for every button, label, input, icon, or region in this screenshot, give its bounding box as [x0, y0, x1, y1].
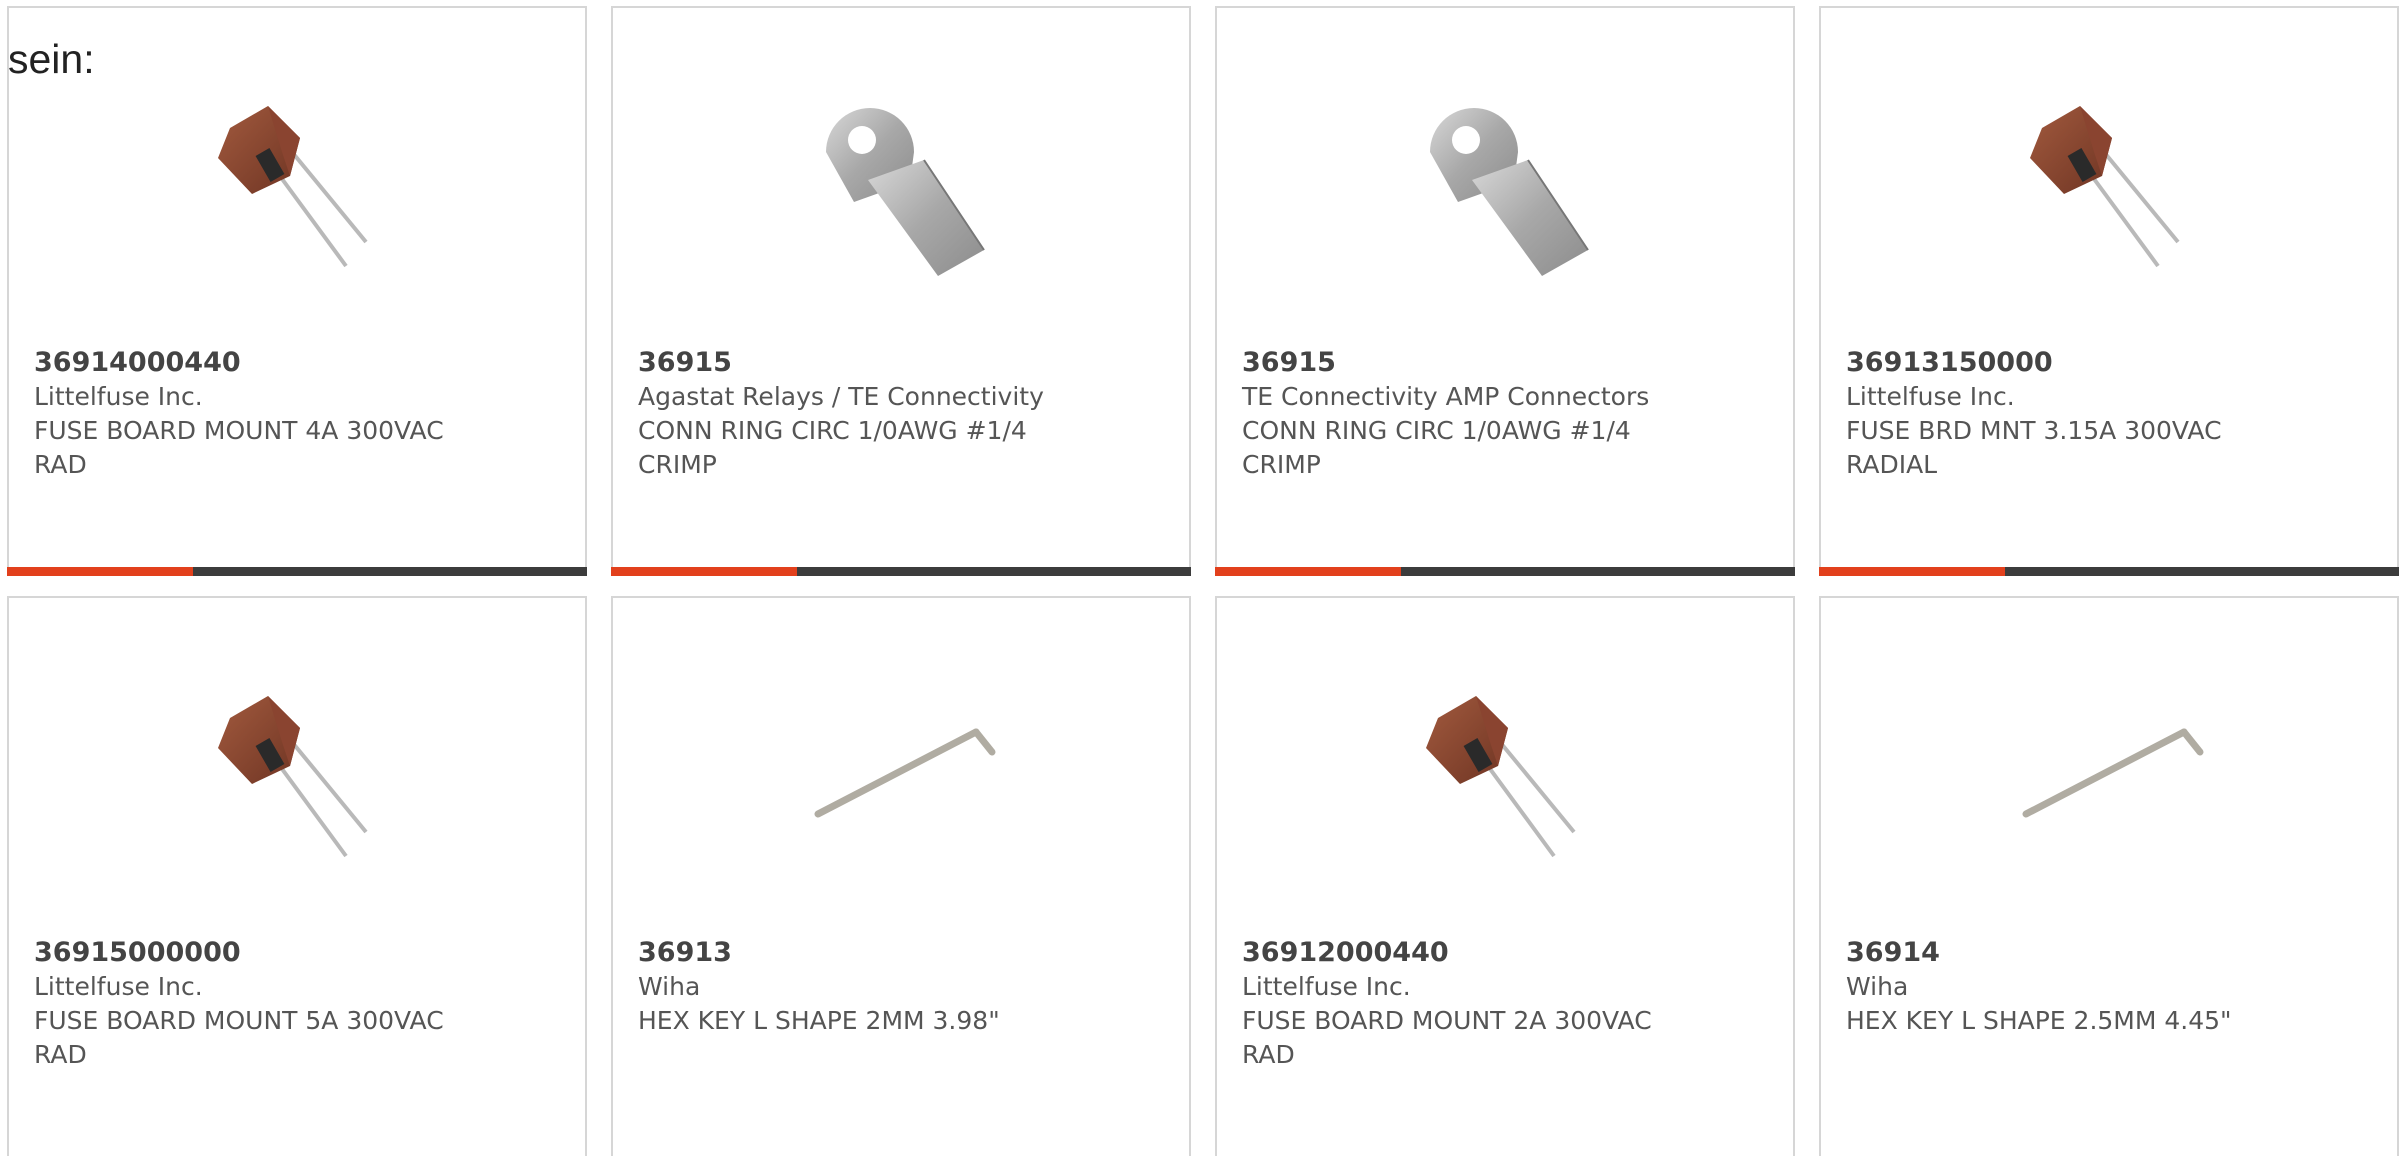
product-grid-page: sein: 36914000440 Littelfuse Inc. FUSE B…	[0, 0, 2400, 1156]
fuse-radial-icon[interactable]	[1402, 670, 1610, 878]
part-number[interactable]: 36913	[638, 936, 1158, 970]
card-progress-fill	[7, 567, 193, 576]
description: HEX KEY L SHAPE 2.5MM 4.45"	[1846, 1006, 2232, 1035]
manufacturer: Littelfuse Inc.	[34, 972, 203, 1001]
manufacturer: Littelfuse Inc.	[1846, 382, 2015, 411]
part-number[interactable]: 36915	[1242, 346, 1762, 380]
product-card[interactable]: 36913 Wiha HEX KEY L SHAPE 2MM 3.98"	[611, 596, 1191, 1156]
description: FUSE BRD MNT 3.15A 300VAC RADIAL	[1846, 416, 2222, 479]
product-card[interactable]: 36914000440 Littelfuse Inc. FUSE BOARD M…	[7, 6, 587, 576]
card-progress-bar	[1215, 567, 1795, 576]
part-number[interactable]: 36915	[638, 346, 1158, 380]
fuse-radial-icon[interactable]	[194, 80, 402, 288]
card-progress-fill	[1215, 567, 1401, 576]
part-number[interactable]: 36914000440	[34, 346, 554, 380]
fuse-radial-icon[interactable]	[194, 670, 402, 878]
fuse-radial-icon[interactable]	[2006, 80, 2214, 288]
product-card[interactable]: 36915 Agastat Relays / TE Connectivity C…	[611, 6, 1191, 576]
manufacturer: TE Connectivity AMP Connectors	[1242, 382, 1650, 411]
part-number[interactable]: 36914	[1846, 936, 2366, 970]
product-card[interactable]: 36914 Wiha HEX KEY L SHAPE 2.5MM 4.45"	[1819, 596, 2399, 1156]
description: FUSE BOARD MOUNT 5A 300VAC RAD	[34, 1006, 444, 1069]
product-info: 36915 TE Connectivity AMP Connectors CON…	[1242, 346, 1762, 482]
part-number[interactable]: 36915000000	[34, 936, 554, 970]
product-info: 36912000440 Littelfuse Inc. FUSE BOARD M…	[1242, 936, 1762, 1072]
product-info: 36913150000 Littelfuse Inc. FUSE BRD MNT…	[1846, 346, 2366, 482]
product-info: 36914 Wiha HEX KEY L SHAPE 2.5MM 4.45"	[1846, 936, 2366, 1038]
product-info: 36913 Wiha HEX KEY L SHAPE 2MM 3.98"	[638, 936, 1158, 1038]
intro-text: sein:	[8, 36, 95, 82]
product-card[interactable]: 36913150000 Littelfuse Inc. FUSE BRD MNT…	[1819, 6, 2399, 576]
card-progress-fill	[1819, 567, 2005, 576]
product-info: 36915 Agastat Relays / TE Connectivity C…	[638, 346, 1158, 482]
description: FUSE BOARD MOUNT 2A 300VAC RAD	[1242, 1006, 1652, 1069]
ring-terminal-icon[interactable]	[1402, 80, 1610, 288]
manufacturer: Wiha	[1846, 972, 1909, 1001]
hex-key-icon[interactable]	[798, 670, 1006, 878]
ring-terminal-icon[interactable]	[798, 80, 1006, 288]
card-progress-bar	[7, 567, 587, 576]
manufacturer: Wiha	[638, 972, 701, 1001]
card-progress-bar	[611, 567, 1191, 576]
hex-key-icon[interactable]	[2006, 670, 2214, 878]
manufacturer: Agastat Relays / TE Connectivity	[638, 382, 1044, 411]
manufacturer: Littelfuse Inc.	[34, 382, 203, 411]
card-progress-fill	[611, 567, 797, 576]
manufacturer: Littelfuse Inc.	[1242, 972, 1411, 1001]
product-info: 36914000440 Littelfuse Inc. FUSE BOARD M…	[34, 346, 554, 482]
description: HEX KEY L SHAPE 2MM 3.98"	[638, 1006, 1000, 1035]
part-number[interactable]: 36912000440	[1242, 936, 1762, 970]
product-card[interactable]: 36912000440 Littelfuse Inc. FUSE BOARD M…	[1215, 596, 1795, 1156]
description: FUSE BOARD MOUNT 4A 300VAC RAD	[34, 416, 444, 479]
product-card[interactable]: 36915000000 Littelfuse Inc. FUSE BOARD M…	[7, 596, 587, 1156]
part-number[interactable]: 36913150000	[1846, 346, 2366, 380]
description: CONN RING CIRC 1/0AWG #1/4 CRIMP	[1242, 416, 1631, 479]
card-progress-bar	[1819, 567, 2399, 576]
description: CONN RING CIRC 1/0AWG #1/4 CRIMP	[638, 416, 1027, 479]
product-card[interactable]: 36915 TE Connectivity AMP Connectors CON…	[1215, 6, 1795, 576]
product-info: 36915000000 Littelfuse Inc. FUSE BOARD M…	[34, 936, 554, 1072]
